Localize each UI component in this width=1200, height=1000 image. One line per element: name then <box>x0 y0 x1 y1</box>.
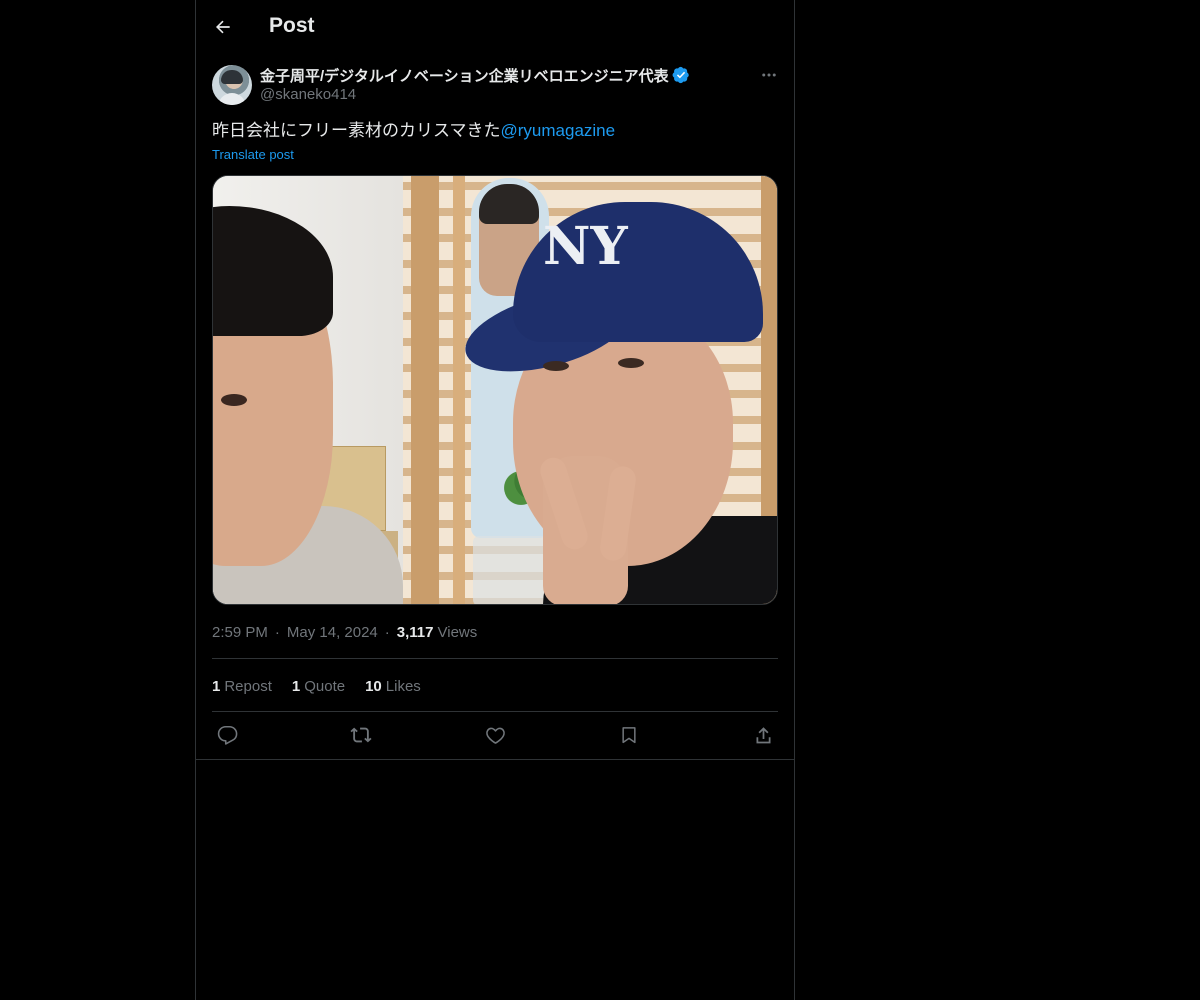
reply-button[interactable] <box>212 721 242 749</box>
like-icon <box>485 727 505 744</box>
reposts-count: 1 <box>212 677 221 695</box>
more-options-button[interactable] <box>756 64 782 86</box>
mention-link[interactable]: @ryumagazine <box>501 121 616 140</box>
translate-post-link[interactable]: Translate post <box>212 147 294 162</box>
arrow-left-icon <box>216 20 230 34</box>
share-button[interactable] <box>748 721 778 749</box>
share-icon <box>756 726 770 743</box>
views-count: 3,117 <box>396 623 434 641</box>
divider <box>196 759 794 760</box>
repost-icon <box>350 727 372 743</box>
page-title: Post <box>269 14 315 37</box>
meta-separator: · <box>384 623 390 641</box>
views-label: Views <box>437 623 478 641</box>
action-bar <box>212 721 778 749</box>
likes-count: 10 <box>365 677 382 695</box>
divider <box>212 711 778 712</box>
post-detail-column: Post 金子周平/デジタルイノベーション企業リベロエンジニア代表 @skane… <box>195 0 795 1000</box>
reposts-label: Repost <box>224 677 272 695</box>
bookmark-button[interactable] <box>614 721 644 749</box>
post-date[interactable]: May 14, 2024 <box>287 624 378 641</box>
bookmark-icon <box>622 727 636 744</box>
post-photo[interactable]: NY <box>212 175 778 605</box>
quotes-label: Quote <box>304 677 346 695</box>
quotes-stat[interactable]: 1 Quote <box>292 678 345 695</box>
author-display-name[interactable]: 金子周平/デジタルイノベーション企業リベロエンジニア代表 <box>260 65 669 86</box>
post-meta: 2:59 PM · May 14, 2024 · 3,117 Views <box>212 622 477 642</box>
reply-icon <box>217 725 237 745</box>
more-horizontal-icon <box>762 73 776 77</box>
engagement-stats: 1 Repost 1 Quote 10 Likes <box>212 676 441 696</box>
post-time[interactable]: 2:59 PM <box>212 624 268 641</box>
top-bar: Post <box>196 0 794 54</box>
author-name-row: 金子周平/デジタルイノベーション企業リベロエンジニア代表 <box>260 65 690 85</box>
verified-badge-icon[interactable] <box>672 66 690 84</box>
likes-label: Likes <box>385 677 421 695</box>
reposts-stat[interactable]: 1 Repost <box>212 678 272 695</box>
avatar[interactable] <box>212 65 252 105</box>
meta-separator: · <box>274 623 280 641</box>
repost-button[interactable] <box>346 721 376 749</box>
post-text: 昨日会社にフリー素材のカリスマきた@ryumagazine <box>212 119 778 143</box>
post-body: 昨日会社にフリー素材のカリスマきた <box>212 121 501 140</box>
author-block: 金子周平/デジタルイノベーション企業リベロエンジニア代表 @skaneko414 <box>260 65 690 107</box>
back-button[interactable] <box>207 11 239 43</box>
likes-stat[interactable]: 10 Likes <box>365 678 421 695</box>
like-button[interactable] <box>480 721 510 749</box>
quotes-count: 1 <box>291 677 301 695</box>
author-handle[interactable]: @skaneko414 <box>260 86 690 103</box>
divider <box>212 658 778 659</box>
